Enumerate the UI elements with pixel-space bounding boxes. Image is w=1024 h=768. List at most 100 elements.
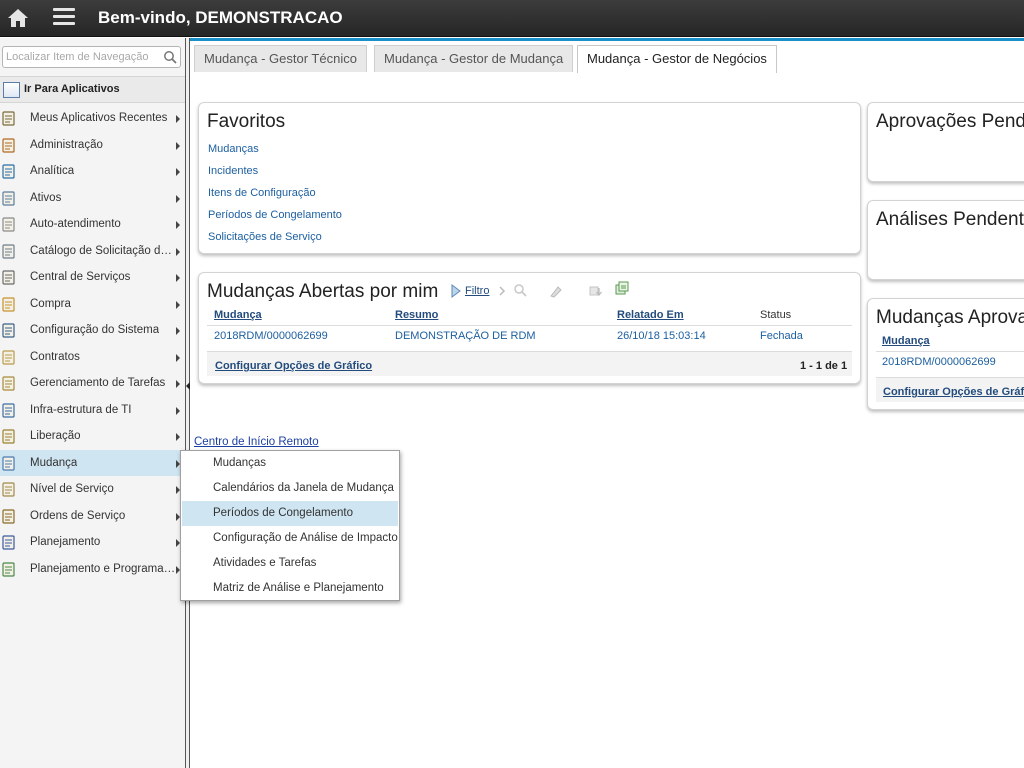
- administration-icon: [2, 137, 15, 153]
- sidebar-item-label: Planejamento: [30, 536, 101, 548]
- approved-changes-card: Mudanças Aprovadas Mudança 2018RDM/00000…: [867, 298, 1024, 410]
- favorite-link-freeze-periods[interactable]: Períodos de Congelamento: [208, 209, 342, 221]
- approved-cell-change-id[interactable]: 2018RDM/0000062699: [882, 356, 996, 368]
- sidebar-item-scheduling[interactable]: Planejamento e Programação: [0, 556, 186, 583]
- home-icon[interactable]: [7, 8, 29, 28]
- scheduling-icon: [2, 561, 15, 577]
- it-infrastructure-icon: [2, 402, 15, 418]
- tab-bar: Mudança - Gestor Técnico Mudança - Gesto…: [190, 38, 1024, 73]
- pending-reviews-title: Análises Pendentes: [876, 209, 1024, 230]
- sidebar-item-contracts[interactable]: Contratos: [0, 344, 186, 371]
- menu-icon[interactable]: [53, 8, 75, 28]
- clear-filter-icon[interactable]: [549, 284, 563, 298]
- submenu-arrow-icon: [176, 115, 180, 123]
- approved-configure-chart-link[interactable]: Configurar Opções de Gráfico: [883, 386, 1024, 398]
- pagination-count: 1 - 1 de 1: [800, 360, 848, 372]
- submenu-arrow-icon: [176, 300, 180, 309]
- sidebar-item-planning[interactable]: Planejamento: [0, 529, 186, 556]
- sidebar-item-work-orders[interactable]: Ordens de Serviço: [0, 503, 186, 530]
- remote-start-center-link[interactable]: Centro de Início Remoto: [194, 436, 319, 448]
- find-icon[interactable]: [513, 283, 527, 297]
- open-changes-title: Mudanças Abertas por mim: [207, 281, 439, 302]
- sidebar-item-label: Infra-estrutura de TI: [30, 403, 132, 416]
- planning-icon: [2, 535, 15, 550]
- submenu-arrow-icon: [176, 194, 180, 203]
- submenu-item-change-window-calendars[interactable]: Calendários da Janela de Mudança: [182, 476, 398, 501]
- approved-divider: [876, 351, 1024, 352]
- sidebar-item-service-desk[interactable]: Central de Serviços: [0, 264, 186, 291]
- submenu-arrow-icon: [176, 406, 180, 415]
- configure-chart-link[interactable]: Configurar Opções de Gráfico: [215, 360, 372, 372]
- contracts-icon: [2, 349, 15, 365]
- sidebar-item-change[interactable]: Mudança: [0, 449, 186, 476]
- sidebar-item-service-catalog[interactable]: Catálogo de Solicitação de Serviço: [0, 238, 186, 265]
- sidebar-splitter[interactable]: [185, 38, 190, 768]
- sidebar-item-label: Ordens de Serviço: [30, 509, 126, 522]
- sidebar-item-release[interactable]: Liberação: [0, 423, 186, 450]
- sidebar-item-assets[interactable]: Ativos: [0, 185, 186, 212]
- table-cell-summary[interactable]: DEMONSTRAÇÃO DE RDM: [395, 330, 536, 342]
- column-header-change[interactable]: Mudança: [214, 309, 262, 321]
- pending-reviews-card: Análises Pendentes: [867, 200, 1024, 280]
- self-service-icon: [2, 217, 15, 232]
- assets-icon: [2, 190, 15, 206]
- service-catalog-icon: [2, 243, 15, 259]
- submenu-item-freeze-periods[interactable]: Períodos de Congelamento: [182, 501, 398, 526]
- sidebar-item-it-infrastructure[interactable]: Infra-estrutura de TI: [0, 397, 186, 424]
- approved-column-header-change[interactable]: Mudança: [882, 335, 930, 347]
- goto-applications[interactable]: Ir Para Aplicativos: [0, 76, 186, 103]
- sidebar-item-recent-apps[interactable]: Meus Aplicativos Recentes: [0, 105, 186, 132]
- submenu-item-impact-analysis-config[interactable]: Configuração de Análise de Impacto: [182, 526, 398, 551]
- favorites-card: Favoritos Mudanças Incidentes Itens de C…: [198, 102, 861, 254]
- column-header-reported-date[interactable]: Relatado Em: [617, 309, 684, 321]
- sidebar-item-label: Nível de Serviço: [30, 483, 114, 495]
- sidebar-item-system-config[interactable]: Configuração do Sistema: [0, 317, 186, 344]
- submenu-arrow-icon: [176, 274, 180, 282]
- sidebar-item-label: Configuração do Sistema: [30, 324, 160, 336]
- filter-link[interactable]: Filtro: [465, 285, 489, 297]
- service-level-icon: [2, 482, 15, 497]
- favorite-link-changes[interactable]: Mudanças: [208, 143, 259, 155]
- submenu-arrow-icon: [176, 380, 180, 388]
- sidebar-item-self-service[interactable]: Auto-atendimento: [0, 211, 186, 238]
- sidebar-item-label: Planejamento e Programação: [30, 562, 176, 575]
- tab-change-manager[interactable]: Mudança - Gestor de Mudança: [374, 45, 574, 72]
- refresh-icon[interactable]: [615, 281, 629, 295]
- search-icon[interactable]: [163, 50, 177, 64]
- filter-arrow-icon[interactable]: [449, 284, 463, 298]
- welcome-title: Bem-vindo, DEMONSTRACAO: [98, 8, 343, 27]
- sidebar-item-label: Liberação: [30, 430, 81, 442]
- nav-menu: Meus Aplicativos Recentes Administração An…: [0, 105, 186, 582]
- submenu-arrow-icon: [176, 141, 180, 150]
- sidebar-item-service-level[interactable]: Nível de Serviço: [0, 476, 186, 503]
- submenu-item-activities-tasks[interactable]: Atividades e Tarefas: [182, 551, 398, 576]
- favorite-link-service-requests[interactable]: Solicitações de Serviço: [208, 231, 322, 243]
- sidebar-item-purchasing[interactable]: Compra: [0, 291, 186, 318]
- sidebar-item-label: Mudança: [30, 456, 78, 469]
- sidebar-item-label: Auto-atendimento: [30, 218, 121, 230]
- chevron-right-icon: [499, 286, 506, 296]
- table-cell-reported-date[interactable]: 26/10/18 15:03:14: [617, 330, 706, 342]
- submenu-arrow-icon: [176, 433, 180, 441]
- sidebar-item-analytics[interactable]: Analítica: [0, 158, 186, 185]
- table-cell-status[interactable]: Fechada: [760, 330, 803, 342]
- sidebar-item-label: Compra: [30, 297, 71, 310]
- submenu-item-analysis-planning-matrix[interactable]: Matriz de Análise e Planejamento: [182, 576, 398, 601]
- sidebar-item-administration[interactable]: Administração: [0, 132, 186, 159]
- column-header-summary[interactable]: Resumo: [395, 309, 438, 321]
- favorite-link-incidents[interactable]: Incidentes: [208, 165, 258, 177]
- favorite-link-config-items[interactable]: Itens de Configuração: [208, 187, 316, 199]
- nav-search-input[interactable]: [3, 47, 153, 67]
- submenu-arrow-icon: [176, 221, 180, 229]
- sidebar-item-label: Administração: [30, 138, 103, 151]
- sidebar-item-label: Catálogo de Solicitação de Serviço: [30, 244, 176, 257]
- submenu-arrow-icon: [176, 353, 180, 362]
- tab-technical-manager[interactable]: Mudança - Gestor Técnico: [194, 45, 367, 72]
- applications-icon: [3, 82, 20, 98]
- submenu-item-changes[interactable]: Mudanças: [182, 451, 398, 476]
- download-icon[interactable]: [589, 284, 603, 298]
- tab-business-manager[interactable]: Mudança - Gestor de Negócios: [577, 45, 777, 73]
- table-cell-change-id[interactable]: 2018RDM/0000062699: [214, 330, 328, 342]
- sidebar-item-task-management[interactable]: Gerenciamento de Tarefas: [0, 370, 186, 397]
- goto-applications-label: Ir Para Aplicativos: [24, 83, 120, 95]
